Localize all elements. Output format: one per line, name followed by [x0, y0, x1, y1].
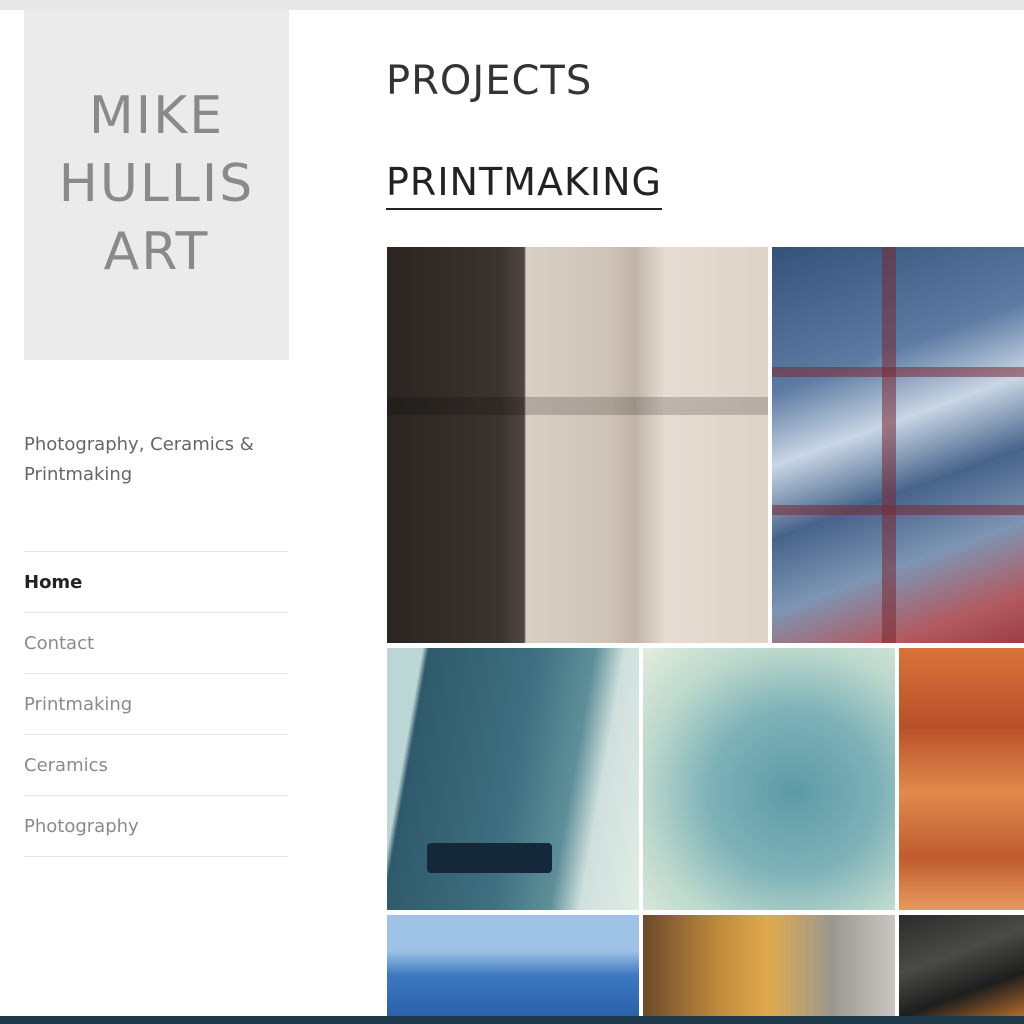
gallery-image[interactable] — [387, 915, 639, 1016]
section-title-link[interactable]: PRINTMAKING — [386, 160, 662, 210]
logo-line-3: ART — [103, 222, 210, 282]
page-title: PROJECTS — [386, 58, 593, 104]
gallery-image[interactable] — [899, 648, 1024, 910]
gallery-image[interactable] — [772, 247, 1024, 643]
nav-item-photography[interactable]: Photography — [24, 796, 288, 857]
gallery-image[interactable] — [899, 915, 1024, 1016]
nav-item-contact[interactable]: Contact — [24, 613, 288, 674]
main-nav: Home Contact Printmaking Ceramics Photog… — [24, 551, 288, 857]
gallery-image[interactable] — [643, 648, 895, 910]
nav-item-ceramics[interactable]: Ceramics — [24, 735, 288, 796]
site-logo[interactable]: MIKE HULLIS ART — [24, 10, 289, 360]
logo-line-2: HULLIS — [58, 154, 255, 214]
nav-item-printmaking[interactable]: Printmaking — [24, 674, 288, 735]
logo-line-1: MIKE — [88, 86, 225, 146]
site-tagline: Photography, Ceramics & Printmaking — [24, 434, 254, 485]
top-rule — [0, 0, 1024, 10]
gallery-image[interactable] — [643, 915, 895, 1016]
logo-text: MIKE HULLIS ART — [24, 82, 289, 286]
nav-item-home[interactable]: Home — [24, 552, 288, 613]
window-bottom-bar — [0, 1016, 1024, 1024]
gallery-image[interactable] — [387, 247, 768, 643]
gallery-image[interactable] — [387, 648, 639, 910]
